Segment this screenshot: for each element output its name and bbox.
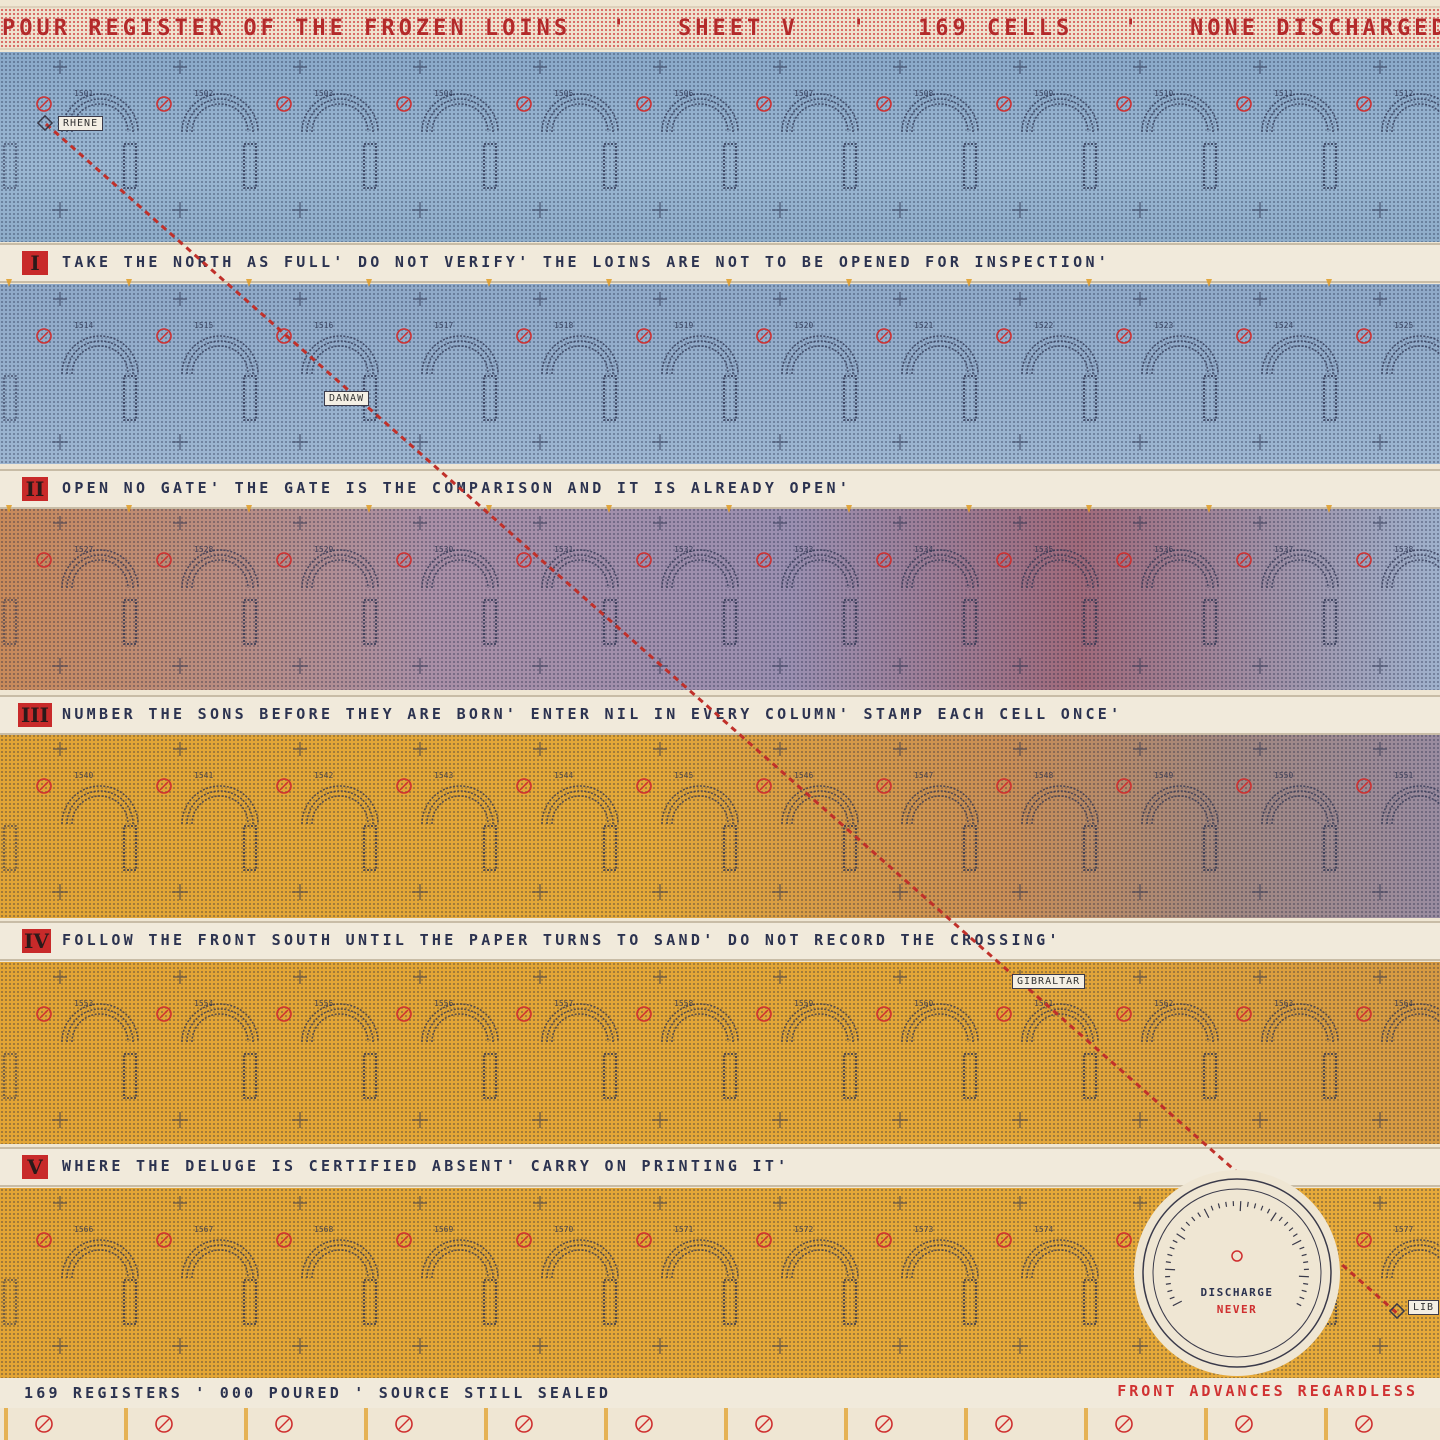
place-tag-rhene: RHENE: [58, 116, 104, 131]
dial-tick: [1165, 1261, 1171, 1264]
bottom-stamp-row: [4, 1408, 1373, 1440]
dial-tick: [1303, 1261, 1309, 1264]
dial-value: NEVER: [1216, 1303, 1258, 1316]
discharge-dial: DISCHARGE NEVER: [1134, 1170, 1340, 1376]
drip-stain: [244, 1408, 248, 1440]
drip-stain: [1204, 1408, 1208, 1440]
drip-stain: [964, 1408, 968, 1440]
footer-motto: FRONT ADVANCES REGARDLESS: [1117, 1382, 1418, 1400]
dial-face: [1142, 1178, 1332, 1368]
nil-stamp-slash: [518, 1418, 530, 1430]
drip-stain: [604, 1408, 608, 1440]
dial-tick: [1225, 1201, 1228, 1207]
place-tag-gibraltar: GIBRALTAR: [1012, 974, 1086, 989]
drip-stain: [1084, 1408, 1088, 1440]
nil-stamp-slash: [398, 1418, 410, 1430]
drip-stain: [1324, 1408, 1328, 1440]
drip-stain: [4, 1408, 8, 1440]
nil-stamp-slash: [878, 1418, 890, 1430]
nil-stamp-slash: [1238, 1418, 1250, 1430]
nil-stamp-slash: [38, 1418, 50, 1430]
dial-tick: [1246, 1201, 1249, 1207]
drip-stain: [724, 1408, 728, 1440]
drip-stain: [484, 1408, 488, 1440]
place-tag-lib: LIB: [1408, 1300, 1440, 1315]
nil-stamp-slash: [758, 1418, 770, 1430]
place-tag-danaw: DANAW: [324, 391, 370, 406]
dial-tick: [1165, 1282, 1171, 1285]
dial-tick: [1165, 1268, 1176, 1271]
nil-stamp-slash: [998, 1418, 1010, 1430]
nil-stamp-slash: [1358, 1418, 1370, 1430]
footer-summary: 169 REGISTERS ' 000 POURED ' SOURCE STIL…: [24, 1384, 612, 1402]
register-sheet: POUR REGISTER OF THE FROZEN LOINS ' SHEE…: [0, 0, 1440, 1440]
nil-stamp-slash: [158, 1418, 170, 1430]
drip-stain: [364, 1408, 368, 1440]
drip-stain: [844, 1408, 848, 1440]
dial-tick: [1239, 1201, 1242, 1212]
nil-stamp-slash: [1118, 1418, 1130, 1430]
nil-stamp-slash: [278, 1418, 290, 1430]
nil-stamp-slash: [638, 1418, 650, 1430]
dial-label: DISCHARGE: [1200, 1286, 1274, 1299]
dial-tick: [1298, 1275, 1309, 1278]
dial-tick: [1303, 1282, 1309, 1285]
drip-stain: [124, 1408, 128, 1440]
footer-bar: 169 REGISTERS ' 000 POURED ' SOURCE STIL…: [0, 1378, 1440, 1408]
